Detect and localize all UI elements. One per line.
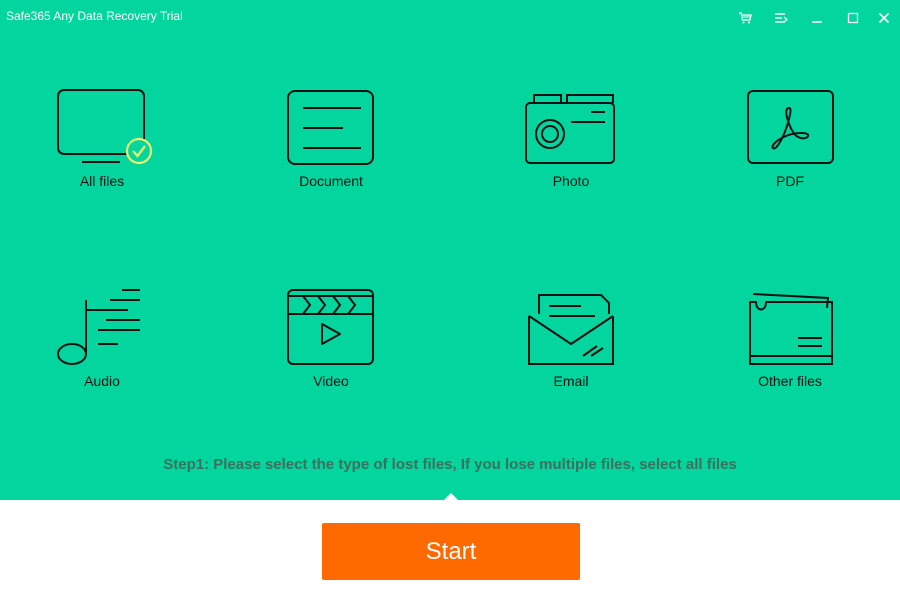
file-type-label: All files [79,173,125,189]
file-type-label: PDF [776,173,804,189]
camera-icon [491,86,651,171]
file-type-label: Other files [758,373,822,389]
maximize-icon[interactable] [843,8,863,28]
file-type-photo[interactable]: Photo [491,86,651,196]
folder-icon [710,286,870,371]
file-type-video[interactable]: Video [251,286,411,396]
file-type-label: Email [553,373,589,389]
minimize-icon[interactable] [807,8,827,28]
cart-icon[interactable] [735,8,755,28]
file-type-pdf[interactable]: PDF [710,86,870,196]
file-type-label: Video [313,373,349,389]
envelope-icon [491,286,651,371]
document-icon [251,86,411,171]
monitor-icon [22,86,182,171]
file-type-label: Audio [84,373,120,389]
file-type-audio[interactable]: Audio [22,286,182,396]
music-note-icon [22,286,182,371]
app-window: Safe365 Any Data Recovery Trial All file… [0,0,900,600]
window-title: Safe365 Any Data Recovery Trial [6,9,183,23]
pdf-icon [710,86,870,171]
clapperboard-icon [251,286,411,371]
close-icon[interactable] [874,8,894,28]
file-type-email[interactable]: Email [491,286,651,396]
main-panel: Safe365 Any Data Recovery Trial All file… [0,0,900,501]
file-type-label: Document [299,173,363,189]
step-instruction: Step1: Please select the type of lost fi… [163,456,737,473]
menu-icon[interactable] [771,8,791,28]
file-type-other-files[interactable]: Other files [710,286,870,396]
file-type-all-files[interactable]: All files [22,86,182,196]
file-type-document[interactable]: Document [251,86,411,196]
pointer-notch [443,493,459,501]
file-type-label: Photo [552,173,590,189]
start-button[interactable]: Start [322,523,580,580]
